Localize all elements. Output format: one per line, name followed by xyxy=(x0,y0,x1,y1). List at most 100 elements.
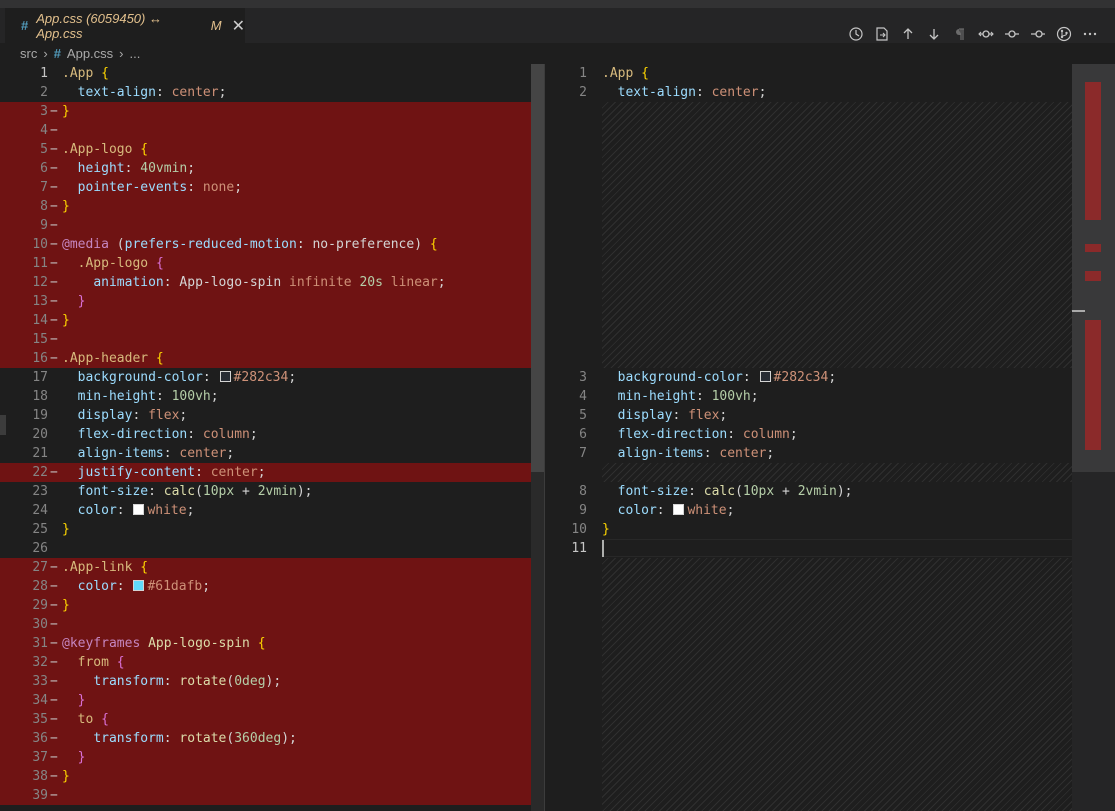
code-line[interactable]: 17 background-color: #282c34; xyxy=(0,368,544,387)
deleted-line[interactable]: 14−} xyxy=(0,311,544,330)
deleted-line[interactable]: 12− animation: App-logo-spin infinite 20… xyxy=(0,273,544,292)
code-line[interactable]: 24 color: white; xyxy=(0,501,544,520)
deleted-line[interactable]: 32− from { xyxy=(0,653,544,672)
color-swatch[interactable] xyxy=(219,371,231,382)
code-line[interactable]: 10} xyxy=(544,520,1115,539)
line-number: 3 xyxy=(40,104,48,119)
code-token: center xyxy=(179,446,227,461)
code-line[interactable]: 7 align-items: center; xyxy=(544,444,1115,463)
chevron-right-icon: › xyxy=(119,45,124,61)
deleted-line[interactable]: 16− .App-header { xyxy=(0,349,544,368)
code-token: #61dafb xyxy=(147,579,203,594)
code-line[interactable]: 19 display: flex; xyxy=(0,406,544,425)
deletion-minus-icon: − xyxy=(50,237,58,252)
line-code: } xyxy=(62,748,86,767)
breadcrumb-folder[interactable]: src xyxy=(20,46,37,61)
deleted-line[interactable]: 13− } xyxy=(0,292,544,311)
line-code: align-items: center; xyxy=(602,444,775,463)
deleted-line[interactable]: 33− transform: rotate(0deg); xyxy=(0,672,544,691)
line-code: font-size: calc(10px + 2vmin); xyxy=(62,482,313,501)
code-line[interactable]: 9 color: white; xyxy=(544,501,1115,520)
line-number: 12 xyxy=(32,275,48,290)
code-token: display xyxy=(77,408,133,423)
breadcrumb-more[interactable]: ... xyxy=(130,46,141,61)
code-token: } xyxy=(62,104,70,119)
code-token: : xyxy=(163,446,180,461)
code-token: ; xyxy=(257,465,266,480)
deleted-line[interactable]: 5− .App-logo { xyxy=(0,140,544,159)
deleted-line[interactable]: 29−} xyxy=(0,596,544,615)
code-token: ); xyxy=(836,484,853,499)
deletion-minus-icon: − xyxy=(50,750,58,765)
deleted-line[interactable]: 34− } xyxy=(0,691,544,710)
color-swatch[interactable] xyxy=(673,504,685,515)
deletion-minus-icon: − xyxy=(50,123,58,138)
code-line[interactable]: 2 text-align: center; xyxy=(544,83,1115,102)
code-line[interactable]: 23 font-size: calc(10px + 2vmin); xyxy=(0,482,544,501)
deleted-line[interactable]: 10− @media (prefers-reduced-motion: no-pr… xyxy=(0,235,544,254)
deleted-line[interactable]: 11− .App-logo { xyxy=(0,254,544,273)
deleted-line[interactable]: 4− xyxy=(0,121,544,140)
deleted-line[interactable]: 36− transform: rotate(360deg); xyxy=(0,729,544,748)
deleted-line[interactable]: 15− xyxy=(0,330,544,349)
color-swatch[interactable] xyxy=(133,504,145,515)
breadcrumb-file[interactable]: App.css xyxy=(67,46,113,61)
deleted-line[interactable]: 37− } xyxy=(0,748,544,767)
code-line[interactable]: 2 text-align: center; xyxy=(0,83,544,102)
tab-app-css-diff[interactable]: # App.css (6059450) ↔ App.css M ✕ xyxy=(5,8,245,43)
code-line[interactable]: 20 flex-direction: column; xyxy=(0,425,544,444)
code-line[interactable]: 26 xyxy=(0,539,544,558)
code-token: min-height xyxy=(77,389,156,404)
code-line[interactable]: 18 min-height: 100vh; xyxy=(0,387,544,406)
line-code: color: white; xyxy=(602,501,735,520)
close-icon[interactable]: ✕ xyxy=(232,16,245,36)
code-token: ; xyxy=(202,579,211,594)
deleted-line[interactable]: 7− pointer-events: none; xyxy=(0,178,544,197)
deleted-line[interactable]: 31− @keyframes App-logo-spin { xyxy=(0,634,544,653)
code-line[interactable]: 25} xyxy=(0,520,544,539)
line-number: 5 xyxy=(579,408,587,423)
code-token: { xyxy=(140,560,149,575)
deletion-minus-icon: − xyxy=(50,769,58,784)
deleted-line[interactable]: 28− color: #61dafb; xyxy=(0,577,544,596)
original-scroll-thumb[interactable] xyxy=(531,64,544,472)
original-scrollbar[interactable] xyxy=(531,64,544,811)
code-line[interactable]: 5 display: flex; xyxy=(544,406,1115,425)
deleted-line[interactable]: 8−} xyxy=(0,197,544,216)
code-token: .App-logo xyxy=(77,256,149,271)
deleted-line[interactable]: 38−} xyxy=(0,767,544,786)
color-swatch[interactable] xyxy=(133,580,145,591)
code-token: .App xyxy=(62,66,94,81)
code-token: align-items xyxy=(617,446,704,461)
modified-editor[interactable]: 1 .App {2 text-align: center; 3 background… xyxy=(544,64,1115,811)
code-line[interactable]: 1 .App { xyxy=(544,64,1115,83)
deleted-line[interactable]: 39− xyxy=(0,786,544,805)
color-swatch[interactable] xyxy=(759,371,771,382)
sash-handle[interactable] xyxy=(0,415,6,435)
code-line[interactable]: 1 .App { xyxy=(0,64,544,83)
text-cursor xyxy=(602,540,604,557)
code-token: ; xyxy=(186,503,195,518)
deleted-line[interactable]: 35− to { xyxy=(0,710,544,729)
code-token: center xyxy=(711,85,759,100)
deleted-line[interactable]: 6− height: 40vmin; xyxy=(0,159,544,178)
code-token: ; xyxy=(218,85,227,100)
deleted-line[interactable]: 30− xyxy=(0,615,544,634)
code-line[interactable]: 4 min-height: 100vh; xyxy=(544,387,1115,406)
deleted-line[interactable]: 27− .App-link { xyxy=(0,558,544,577)
code-line[interactable]: 6 flex-direction: column; xyxy=(544,425,1115,444)
diff-overview-ruler[interactable] xyxy=(1072,64,1115,811)
line-number: 18 xyxy=(32,389,48,404)
code-token: justify-content xyxy=(77,465,196,480)
deleted-line[interactable]: 9− xyxy=(0,216,544,235)
code-line[interactable]: 8 font-size: calc(10px + 2vmin); xyxy=(544,482,1115,501)
code-line[interactable]: 21 align-items: center; xyxy=(0,444,544,463)
deletion-minus-icon: − xyxy=(50,465,58,480)
code-token: + xyxy=(234,484,258,499)
original-editor[interactable]: 1 .App {2 text-align: center; 3−} 4−5− .App-… xyxy=(0,64,544,811)
deleted-line[interactable]: 3−} xyxy=(0,102,544,121)
code-line[interactable]: 3 background-color: #282c34; xyxy=(544,368,1115,387)
deleted-line[interactable]: 22− justify-content: center; xyxy=(0,463,544,482)
